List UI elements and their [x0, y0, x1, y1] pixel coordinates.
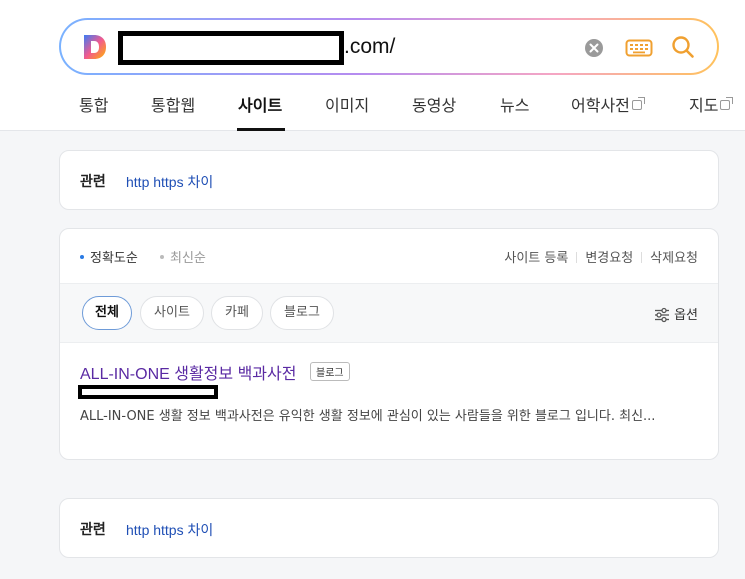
sort-accuracy-label: 정확도순	[90, 251, 138, 266]
tab-site[interactable]: 사이트	[238, 92, 282, 116]
tab-dictionary[interactable]: 어학사전	[571, 92, 645, 116]
daum-logo-icon[interactable]	[82, 33, 108, 61]
tab-video[interactable]: 동영상	[412, 92, 456, 116]
filter-bar: 전체 사이트 카페 블로그 옵션	[60, 283, 718, 343]
filter-chip-blog[interactable]: 블로그	[270, 296, 334, 330]
site-request-links: 사이트 등록 변경요청 삭제요청	[504, 247, 698, 266]
sort-latest-label: 최신순	[170, 251, 206, 266]
selected-dot-icon	[80, 255, 84, 259]
related-searches-card-bottom: 관련 http https 차이	[59, 498, 719, 558]
tab-map-label: 지도	[689, 96, 719, 115]
site-register-link[interactable]: 사이트 등록	[504, 251, 568, 266]
result-snippet: ALL-IN-ONE 생활 정보 백과사전은 유익한 생활 정보에 관심이 있는…	[80, 409, 656, 424]
external-link-icon	[631, 97, 645, 110]
options-button[interactable]: 옵션	[654, 304, 698, 323]
dot-icon	[160, 255, 164, 259]
sort-accuracy[interactable]: 정확도순	[80, 247, 138, 266]
tab-map[interactable]: 지도	[689, 92, 734, 116]
query-redaction	[118, 31, 344, 65]
related-search-link[interactable]: http https 차이	[126, 520, 213, 540]
tab-integrated[interactable]: 통합	[79, 92, 108, 116]
sort-bar: 정확도순 최신순 사이트 등록 변경요청 삭제요청	[60, 229, 718, 283]
options-label: 옵션	[674, 308, 698, 323]
result-title-link[interactable]: ALL-IN-ONE 생활정보 백과사전	[80, 360, 296, 384]
related-search-link[interactable]: http https 차이	[126, 172, 213, 192]
tab-dictionary-label: 어학사전	[571, 96, 630, 115]
delete-request-link[interactable]: 삭제요청	[650, 251, 698, 266]
keyboard-icon[interactable]	[625, 37, 653, 59]
change-request-link[interactable]: 변경요청	[585, 251, 633, 266]
result-type-badge: 블로그	[310, 362, 350, 381]
tab-integrated-web[interactable]: 통합웹	[151, 92, 195, 116]
sliders-icon	[655, 307, 670, 323]
related-searches-card: 관련 http https 차이	[59, 150, 719, 210]
result-url-redaction	[78, 385, 218, 399]
query-text: .com/	[344, 35, 396, 58]
filter-chip-site[interactable]: 사이트	[140, 296, 204, 330]
filter-chip-all[interactable]: 전체	[82, 296, 132, 330]
site-results-card: 정확도순 최신순 사이트 등록 변경요청 삭제요청 전체 사이트 카페 블로그 옵션…	[59, 228, 719, 460]
divider	[641, 252, 643, 263]
related-label: 관련	[80, 522, 106, 538]
search-icon[interactable]	[670, 34, 696, 60]
tab-news[interactable]: 뉴스	[500, 92, 529, 116]
search-tabs: 통합 통합웹 사이트 이미지 동영상 뉴스 어학사전 지도	[0, 84, 745, 131]
tab-image[interactable]: 이미지	[325, 92, 369, 116]
divider	[576, 252, 578, 263]
search-box: .com/	[59, 18, 719, 75]
search-input[interactable]: .com/	[61, 20, 717, 73]
clear-icon[interactable]	[583, 37, 605, 59]
active-tab-indicator	[237, 128, 285, 131]
search-header: .com/ 통합 통합웹 사이트 이미지 동영상 뉴스 어학사전 지도	[0, 0, 745, 131]
sort-latest[interactable]: 최신순	[160, 247, 206, 266]
external-link-icon	[720, 97, 734, 110]
related-label: 관련	[80, 174, 106, 190]
filter-chip-cafe[interactable]: 카페	[211, 296, 263, 330]
